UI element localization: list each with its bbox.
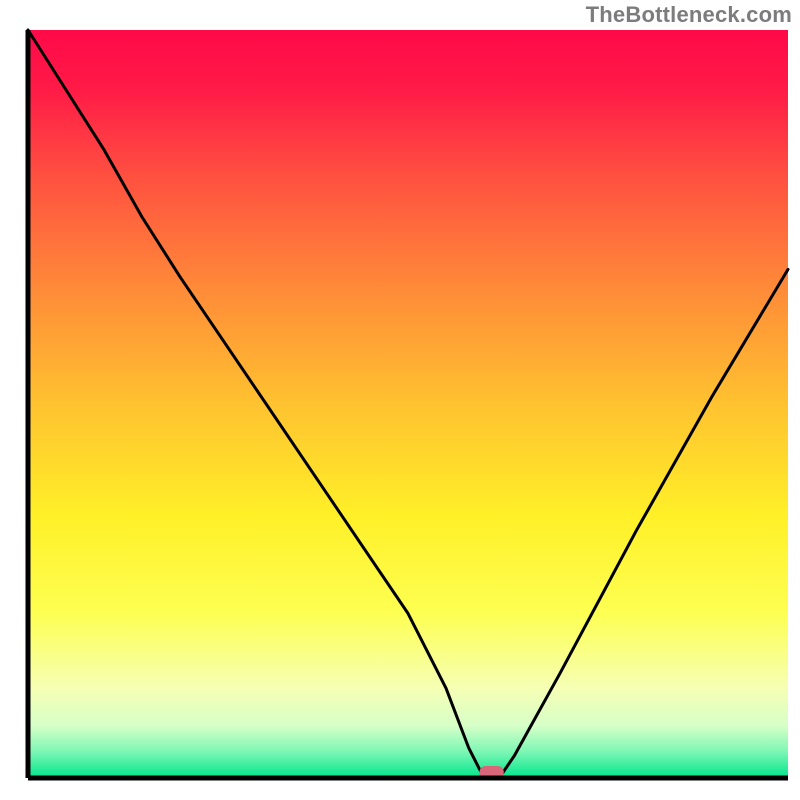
chart-container: TheBottleneck.com (0, 0, 800, 800)
plot-background (28, 30, 788, 778)
bottleneck-chart (0, 0, 800, 800)
